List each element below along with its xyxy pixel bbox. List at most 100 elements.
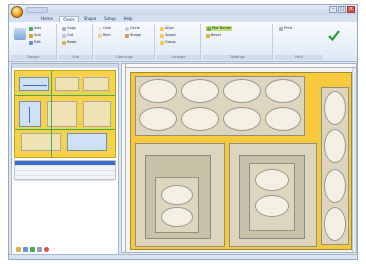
print-icon (279, 26, 283, 31)
paste-icon (62, 40, 66, 45)
bevel-icon (206, 33, 210, 38)
add-button[interactable]: Add (29, 26, 41, 31)
oval-opening[interactable] (161, 207, 193, 227)
subtract-icon (29, 33, 33, 38)
preview-cell (21, 133, 61, 151)
group-label-openings: Openings (95, 55, 154, 60)
canvas-area[interactable] (121, 63, 357, 253)
ribbon-group-print: Print Print (275, 24, 323, 60)
mat-border-icon (207, 26, 211, 31)
window-title (119, 7, 269, 13)
rect-icon (98, 33, 102, 38)
folder-icon[interactable] (16, 247, 21, 252)
design-panel (11, 63, 119, 256)
oval-opening[interactable] (265, 79, 301, 103)
save-icon[interactable] (23, 247, 28, 252)
ribbon-group-arrange: Align Space Group Arrange (157, 24, 201, 60)
ribbon-tabs: Home Ovals Shape Setup Help (9, 15, 357, 22)
guide-line[interactable] (51, 71, 52, 157)
vertical-scrollbar[interactable] (352, 68, 356, 252)
oval-opening[interactable] (255, 169, 289, 191)
copy-icon[interactable] (37, 247, 42, 252)
close-button[interactable]: × (347, 6, 355, 13)
app-menu-icon[interactable] (11, 6, 23, 18)
group-label-print: Print (275, 55, 323, 60)
add-icon[interactable] (30, 247, 35, 252)
ribbon: Add Sub Edit Design Copy Cut Paste Grid … (9, 22, 357, 62)
ribbon-group-grid: Copy Cut Paste Grid (59, 24, 93, 60)
space-icon (160, 33, 164, 38)
bevel-button[interactable]: Bevel (206, 33, 221, 38)
guide-line[interactable] (15, 95, 115, 96)
group-button[interactable]: Group (160, 40, 176, 45)
group-label-design: Design (11, 55, 56, 60)
oval-opening[interactable] (324, 91, 346, 125)
circle-icon (125, 26, 129, 31)
edit-icon (29, 40, 33, 45)
cut-button[interactable]: Cut (62, 33, 73, 38)
table-row[interactable] (15, 176, 115, 181)
minimize-button[interactable]: – (329, 6, 337, 13)
space-button[interactable]: Space (160, 33, 176, 38)
oval-opening[interactable] (255, 195, 289, 217)
openings-table (14, 160, 116, 181)
shape-button[interactable]: Shape (125, 33, 141, 38)
dimension-arrow (29, 107, 30, 123)
oval-icon (98, 26, 102, 31)
preview-cell (83, 77, 109, 91)
panel-toolbar (16, 247, 49, 252)
layout-preview[interactable] (14, 70, 116, 158)
oval-opening[interactable] (324, 169, 346, 203)
vertical-ruler (122, 64, 126, 252)
dimension-arrow (23, 85, 47, 86)
status-bar (9, 254, 357, 259)
maximize-button[interactable]: □ (338, 6, 346, 13)
ribbon-group-openings: Oval Rect Circle Shape Openings (95, 24, 155, 60)
oval-button[interactable]: Oval (98, 26, 111, 31)
preview-cell (55, 77, 79, 91)
align-icon (160, 26, 164, 31)
print-button[interactable]: Print (279, 26, 292, 31)
oval-opening[interactable] (161, 185, 193, 205)
ribbon-group-settings: Mat Border Bevel Settings (203, 24, 273, 60)
circle-button[interactable]: Circle (125, 26, 140, 31)
edit-button[interactable]: Edit (29, 40, 41, 45)
rect-button[interactable]: Rect (98, 33, 111, 38)
ribbon-group-design: Add Sub Edit Design (11, 24, 57, 60)
preview-selection (19, 101, 41, 127)
oval-opening[interactable] (223, 107, 261, 131)
sub-button[interactable]: Sub (29, 33, 41, 38)
preview-selection (19, 77, 49, 91)
oval-opening[interactable] (324, 207, 346, 241)
oval-opening[interactable] (223, 79, 261, 103)
oval-opening[interactable] (324, 129, 346, 163)
cut-icon (62, 33, 66, 38)
new-design-icon[interactable] (14, 28, 26, 40)
delete-icon[interactable] (44, 247, 49, 252)
checkmark-icon[interactable] (327, 28, 341, 42)
horizontal-ruler (122, 64, 356, 68)
oval-opening[interactable] (181, 107, 219, 131)
quick-access-toolbar[interactable] (26, 7, 48, 13)
group-icon (160, 40, 164, 45)
align-button[interactable]: Align (160, 26, 174, 31)
app-window: – □ × Home Ovals Shape Setup Help Add Su… (8, 4, 358, 260)
group-label-settings: Settings (203, 55, 272, 60)
group-label-arrange: Arrange (157, 55, 200, 60)
group-label-grid: Grid (59, 55, 92, 60)
mat-border-button[interactable]: Mat Border (206, 26, 233, 31)
shape-icon (125, 33, 129, 38)
oval-opening[interactable] (139, 79, 177, 103)
preview-selection (67, 133, 107, 151)
oval-opening[interactable] (181, 79, 219, 103)
paste-button[interactable]: Paste (62, 40, 76, 45)
oval-opening[interactable] (265, 107, 301, 131)
oval-opening[interactable] (139, 107, 177, 131)
panel-header (12, 64, 118, 68)
copy-button[interactable]: Copy (62, 26, 76, 31)
title-bar: – □ × (9, 5, 357, 15)
preview-cell (83, 101, 111, 127)
mat-board[interactable] (130, 72, 352, 250)
add-icon (29, 26, 33, 31)
guide-line[interactable] (15, 129, 115, 130)
